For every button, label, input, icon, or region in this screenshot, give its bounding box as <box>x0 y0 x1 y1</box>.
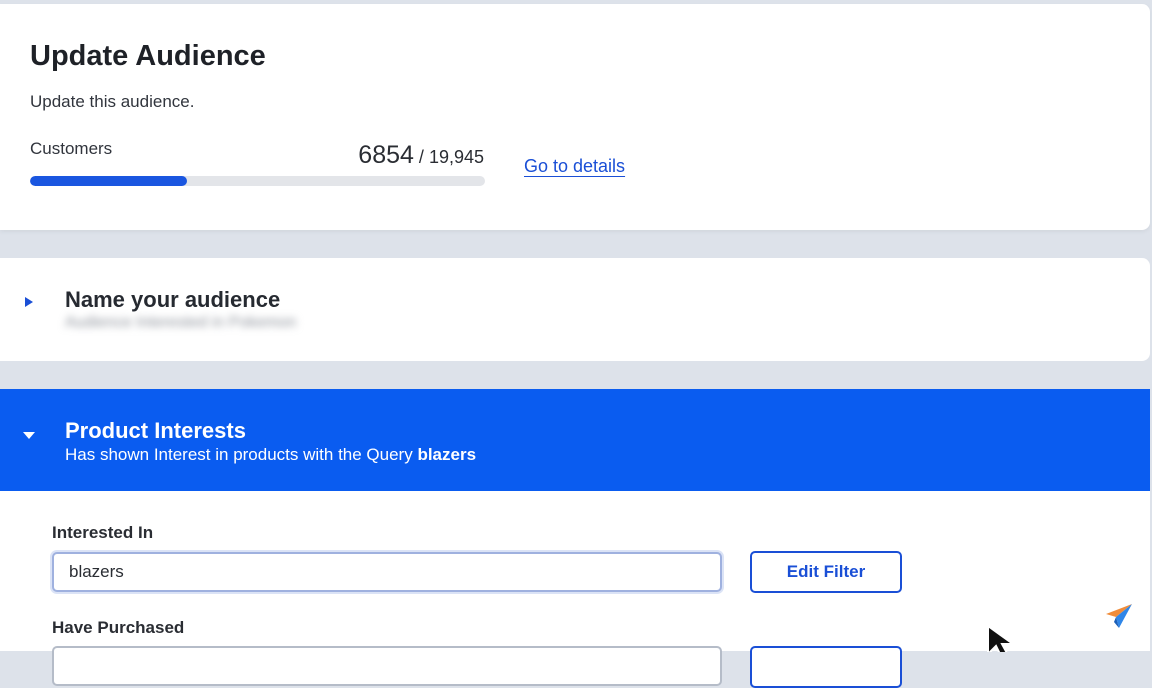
edit-filter-button[interactable]: Edit Filter <box>750 551 902 593</box>
mouse-pointer-icon <box>987 624 1017 652</box>
audience-name-value: Audience Interested in Pokemon <box>65 314 297 331</box>
interested-in-input[interactable] <box>52 552 722 592</box>
update-audience-card <box>0 4 1150 230</box>
query-term: blazers <box>417 445 477 464</box>
customer-count-current: 6854 <box>358 141 414 169</box>
product-interests-description: Has shown Interest in products with the … <box>65 445 476 465</box>
have-purchased-button[interactable] <box>750 646 902 688</box>
caret-down-icon[interactable] <box>23 432 35 439</box>
customer-count-separator: / <box>413 147 429 167</box>
have-purchased-label: Have Purchased <box>52 618 185 637</box>
page-subtitle: Update this audience. <box>30 92 195 111</box>
customers-label: Customers <box>30 139 113 158</box>
go-to-details-link[interactable]: Go to details <box>524 156 625 177</box>
paper-plane-icon <box>1106 604 1132 628</box>
customers-progress-fill <box>30 176 187 186</box>
customers-progress-bar <box>30 176 485 186</box>
have-purchased-input[interactable] <box>52 646 722 686</box>
name-audience-title[interactable]: Name your audience <box>65 287 280 313</box>
customer-count-total: 19,945 <box>428 147 484 167</box>
interested-in-label: Interested In <box>52 523 154 542</box>
description-prefix: Has shown Interest in products with the … <box>65 445 418 464</box>
caret-right-icon[interactable] <box>25 297 33 307</box>
product-interests-title: Product Interests <box>65 418 246 443</box>
page-title: Update Audience <box>30 40 266 72</box>
customer-count: 6854 / 19,945 <box>300 141 484 170</box>
